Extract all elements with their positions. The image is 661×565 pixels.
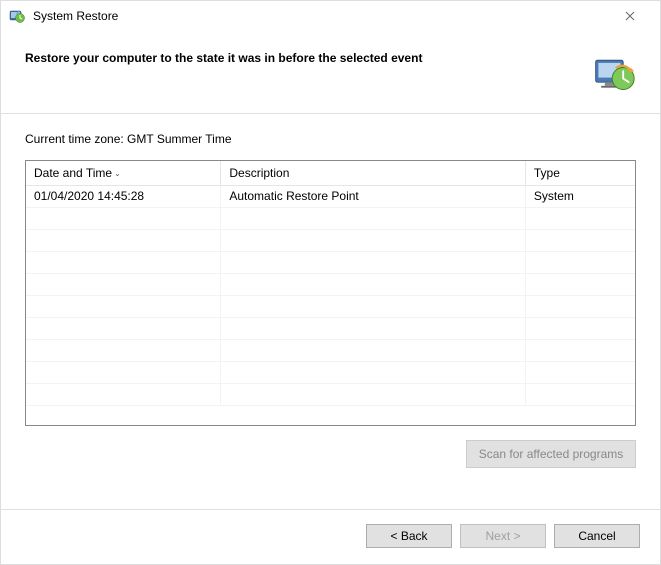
header: Restore your computer to the state it wa…	[1, 31, 660, 113]
table-row	[26, 361, 635, 383]
cell-description: Automatic Restore Point	[221, 185, 526, 207]
next-button[interactable]: Next >	[460, 524, 546, 548]
footer: < Back Next > Cancel	[1, 510, 660, 564]
restore-points-table[interactable]: Date and Time⌄ Description Type 01/04/20…	[25, 160, 636, 426]
table-row	[26, 317, 635, 339]
table-row	[26, 273, 635, 295]
restore-large-icon	[592, 51, 636, 95]
table-row	[26, 251, 635, 273]
titlebar: System Restore	[1, 1, 660, 31]
system-restore-window: System Restore Restore your computer to …	[0, 0, 661, 565]
table-row	[26, 383, 635, 405]
table-row[interactable]: 01/04/2020 14:45:28 Automatic Restore Po…	[26, 185, 635, 207]
cell-type: System	[525, 185, 635, 207]
timezone-label: Current time zone: GMT Summer Time	[25, 132, 636, 146]
scan-affected-programs-button[interactable]: Scan for affected programs	[466, 440, 636, 468]
restore-icon	[9, 8, 25, 24]
table-row	[26, 229, 635, 251]
column-header-type[interactable]: Type	[525, 161, 635, 185]
sort-descending-icon: ⌄	[114, 169, 121, 178]
column-label: Date and Time	[34, 166, 112, 180]
header-title: Restore your computer to the state it wa…	[25, 51, 580, 65]
column-header-description[interactable]: Description	[221, 161, 526, 185]
column-label: Description	[229, 166, 289, 180]
cancel-button[interactable]: Cancel	[554, 524, 640, 548]
window-title: System Restore	[33, 9, 608, 23]
close-button[interactable]	[608, 2, 652, 30]
cell-datetime: 01/04/2020 14:45:28	[26, 185, 221, 207]
column-label: Type	[534, 166, 560, 180]
close-icon	[625, 11, 635, 21]
column-header-datetime[interactable]: Date and Time⌄	[26, 161, 221, 185]
table-row	[26, 295, 635, 317]
content-area: Current time zone: GMT Summer Time Date …	[1, 114, 660, 509]
table-row	[26, 339, 635, 361]
table-row	[26, 207, 635, 229]
back-button[interactable]: < Back	[366, 524, 452, 548]
